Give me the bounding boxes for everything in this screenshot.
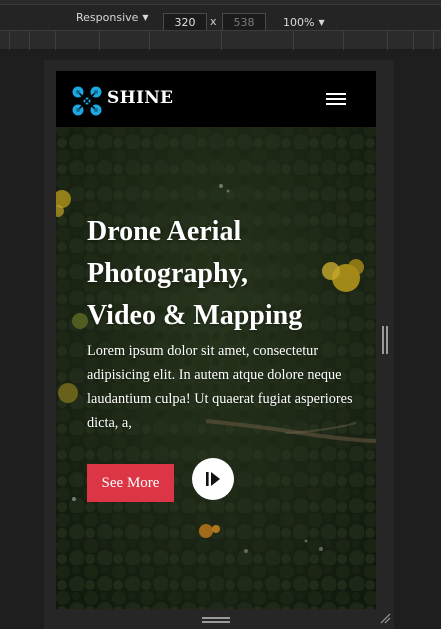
resize-handle-right[interactable] bbox=[382, 326, 388, 354]
device-type-dropdown[interactable]: Responsive ▼ bbox=[76, 11, 149, 24]
dimension-separator: x bbox=[210, 15, 217, 28]
hamburger-icon[interactable] bbox=[326, 92, 346, 107]
chevron-down-icon: ▼ bbox=[142, 13, 149, 22]
zoom-dropdown[interactable]: 100% ▼ bbox=[283, 16, 325, 29]
emulated-viewport: SHINE Drone Aerial Photography, Video & … bbox=[56, 71, 376, 609]
media-query-bar[interactable] bbox=[0, 30, 441, 50]
brand-name[interactable]: SHINE bbox=[107, 88, 173, 108]
chevron-down-icon: ▼ bbox=[318, 18, 325, 27]
zoom-label: 100% bbox=[283, 16, 315, 29]
hero-title: Drone Aerial Photography, Video & Mappin… bbox=[87, 211, 357, 337]
device-toolbar: Responsive ▼ 320 x 538 100% ▼ bbox=[0, 5, 441, 33]
play-video-button[interactable] bbox=[192, 458, 234, 500]
device-type-label: Responsive bbox=[76, 11, 139, 24]
hero-title-line-3: Video & Mapping bbox=[87, 300, 303, 331]
drone-logo-icon[interactable] bbox=[71, 85, 103, 117]
see-more-button[interactable]: See More bbox=[87, 464, 174, 502]
play-icon bbox=[206, 472, 220, 486]
hero-title-line-2: Photography, bbox=[87, 258, 249, 289]
resize-handle-bottom[interactable] bbox=[202, 617, 230, 623]
site-navbar: SHINE bbox=[56, 71, 376, 127]
hero-title-line-1: Drone Aerial bbox=[87, 216, 242, 247]
hero-description: Lorem ipsum dolor sit amet, consectetur … bbox=[87, 343, 353, 431]
resize-corner-icon[interactable] bbox=[379, 612, 391, 624]
